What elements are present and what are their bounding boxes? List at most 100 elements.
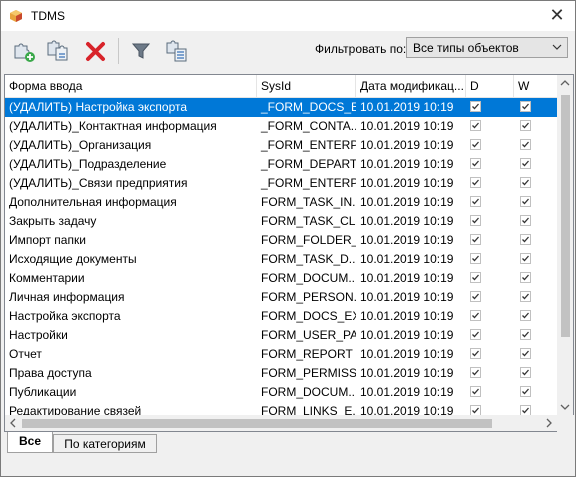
cell-sysid: FORM_REPORT — [261, 347, 353, 361]
table-row[interactable]: (УДАЛИТЬ)_Контактная информация _FORM_CON… — [5, 117, 558, 136]
checkbox-d[interactable] — [470, 329, 481, 340]
column-header-form[interactable]: Форма ввода — [5, 75, 257, 97]
checkbox-w[interactable] — [520, 253, 531, 264]
table-row[interactable]: Дополнительная информация FORM_TASK_IN...… — [5, 193, 558, 212]
checkbox-d[interactable] — [470, 253, 481, 264]
checkbox-w[interactable] — [520, 348, 531, 359]
scroll-up-icon[interactable] — [557, 75, 574, 92]
checkbox-w[interactable] — [520, 101, 531, 112]
cell-sysid: FORM_PERMISS... — [261, 366, 356, 380]
table-row[interactable]: Отчет FORM_REPORT 10.01.2019 10:19 — [5, 345, 558, 364]
tab-by-category[interactable]: По категориям — [53, 434, 157, 453]
checkmark-icon — [522, 141, 529, 148]
table-row[interactable]: Закрыть задачу FORM_TASK_CL... 10.01.2019 … — [5, 212, 558, 231]
checkmark-icon — [472, 236, 479, 243]
checkbox-d[interactable] — [470, 101, 481, 112]
checkmark-icon — [522, 350, 529, 357]
window-title: TDMS — [31, 9, 65, 23]
settings-button[interactable] — [163, 38, 189, 64]
checkbox-w[interactable] — [520, 329, 531, 340]
cell-sysid: FORM_USER_PA... — [261, 328, 356, 342]
horizontal-scroll-thumb[interactable] — [22, 419, 492, 428]
filter-button[interactable] — [128, 38, 154, 64]
toolbar: Фильтровать по: Все типы объектов — [1, 32, 575, 70]
checkbox-w[interactable] — [520, 120, 531, 131]
checkbox-d[interactable] — [470, 215, 481, 226]
table-row[interactable]: Исходящие документы FORM_TASK_D... 10.01.2… — [5, 250, 558, 269]
cell-form-name: Отчет — [9, 347, 42, 361]
checkmark-icon — [522, 312, 529, 319]
checkbox-d[interactable] — [470, 272, 481, 283]
checkbox-w[interactable] — [520, 386, 531, 397]
checkmark-icon — [522, 331, 529, 338]
checkbox-d[interactable] — [470, 177, 481, 188]
column-header-d[interactable]: D — [466, 75, 514, 97]
table-row[interactable]: (УДАЛИТЬ)_Организация _FORM_ENTERP... 10.0… — [5, 136, 558, 155]
table-row[interactable]: (УДАЛИТЬ)_Связи предприятия _FORM_ENTERP.… — [5, 174, 558, 193]
scroll-down-icon[interactable] — [557, 398, 574, 415]
checkbox-d[interactable] — [470, 348, 481, 359]
checkbox-d[interactable] — [470, 310, 481, 321]
checkbox-w[interactable] — [520, 234, 531, 245]
table-row[interactable]: Комментарии FORM_DOCUM... 10.01.2019 10:19 — [5, 269, 558, 288]
cell-sysid: FORM_PERSON... — [261, 290, 356, 304]
checkbox-d[interactable] — [470, 367, 481, 378]
cell-form-name: Исходящие документы — [9, 252, 137, 266]
cell-date: 10.01.2019 10:19 — [360, 214, 454, 228]
cell-form-name: Импорт папки — [9, 233, 86, 247]
tab-all[interactable]: Все — [7, 432, 53, 453]
object-type-filter-select[interactable]: Все типы объектов — [406, 37, 568, 58]
table-row[interactable]: (УДАЛИТЬ)_Подразделение _FORM_DEPART... 10… — [5, 155, 558, 174]
cell-form-name: Права доступа — [9, 366, 92, 380]
checkbox-w[interactable] — [520, 272, 531, 283]
checkbox-d[interactable] — [470, 158, 481, 169]
table-row[interactable]: Права доступа FORM_PERMISS... 10.01.2019 1… — [5, 364, 558, 383]
close-icon[interactable]: ✕ — [547, 5, 567, 25]
checkmark-icon — [522, 179, 529, 186]
checkbox-d[interactable] — [470, 139, 481, 150]
checkbox-w[interactable] — [520, 215, 531, 226]
cell-sysid: FORM_FOLDER_... — [261, 233, 356, 247]
column-header-date[interactable]: Дата модификац... — [356, 75, 466, 97]
checkmark-icon — [472, 160, 479, 167]
checkbox-w[interactable] — [520, 291, 531, 302]
checkmark-icon — [522, 388, 529, 395]
cell-form-name: Настройки — [9, 328, 68, 342]
cell-date: 10.01.2019 10:19 — [360, 119, 454, 133]
checkbox-w[interactable] — [520, 177, 531, 188]
cell-sysid: FORM_TASK_D... — [261, 252, 356, 266]
table-row[interactable]: Импорт папки FORM_FOLDER_... 10.01.2019 10… — [5, 231, 558, 250]
checkbox-w[interactable] — [520, 139, 531, 150]
checkmark-icon — [472, 217, 479, 224]
cell-date: 10.01.2019 10:19 — [360, 271, 454, 285]
scroll-left-icon[interactable] — [5, 415, 22, 432]
vertical-scroll-thumb[interactable] — [561, 95, 570, 337]
cell-date: 10.01.2019 10:19 — [360, 252, 454, 266]
table-row[interactable]: Настройки FORM_USER_PA... 10.01.2019 10:19 — [5, 326, 558, 345]
checkbox-w[interactable] — [520, 158, 531, 169]
cell-sysid: FORM_DOCS_EXP — [261, 309, 356, 323]
column-header-sysid[interactable]: SysId — [257, 75, 356, 97]
checkbox-w[interactable] — [520, 367, 531, 378]
copy-form-button[interactable] — [45, 38, 71, 64]
column-header-w[interactable]: W — [514, 75, 558, 97]
add-form-button[interactable] — [11, 38, 37, 64]
horizontal-scrollbar[interactable] — [4, 415, 557, 432]
checkbox-w[interactable] — [520, 310, 531, 321]
cell-form-name: (УДАЛИТЬ)_Контактная информация — [9, 119, 217, 133]
table-row[interactable]: (УДАЛИТЬ) Настройка экспорта _FORM_DOCS_E… — [5, 98, 558, 117]
table-row[interactable]: Личная информация FORM_PERSON... 10.01.201… — [5, 288, 558, 307]
checkbox-d[interactable] — [470, 234, 481, 245]
checkbox-d[interactable] — [470, 291, 481, 302]
cell-date: 10.01.2019 10:19 — [360, 138, 454, 152]
checkbox-d[interactable] — [470, 196, 481, 207]
delete-button[interactable] — [83, 38, 109, 64]
vertical-scrollbar[interactable] — [557, 74, 574, 415]
checkbox-w[interactable] — [520, 196, 531, 207]
table-row[interactable]: Настройка экспорта FORM_DOCS_EXP 10.01.201… — [5, 307, 558, 326]
scroll-right-icon[interactable] — [540, 415, 557, 432]
checkmark-icon — [472, 122, 479, 129]
table-row[interactable]: Публикации FORM_DOCUM... 10.01.2019 10:19 — [5, 383, 558, 402]
checkbox-d[interactable] — [470, 120, 481, 131]
checkbox-d[interactable] — [470, 386, 481, 397]
